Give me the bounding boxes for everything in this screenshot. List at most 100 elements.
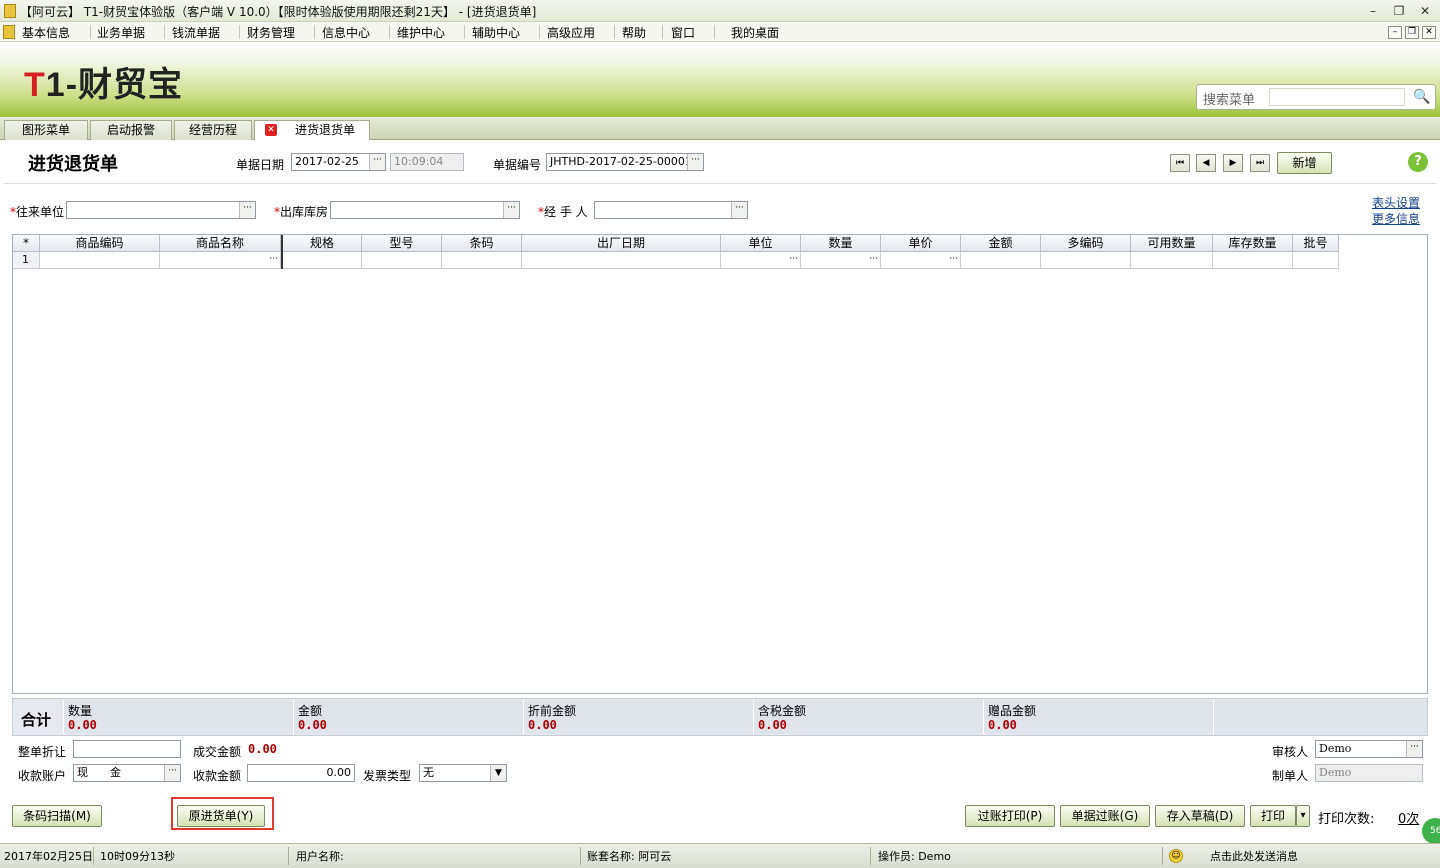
chevron-down-icon[interactable]: ▼ bbox=[490, 765, 506, 781]
col-model[interactable]: 型号 bbox=[362, 235, 442, 252]
col-spec[interactable]: 规格 bbox=[283, 235, 362, 252]
partner-label: *往来单位 bbox=[10, 205, 65, 219]
discount-input[interactable] bbox=[73, 740, 181, 758]
col-available-qty[interactable]: 可用数量 bbox=[1131, 235, 1213, 252]
header-settings-link[interactable]: 表头设置 bbox=[1372, 194, 1420, 211]
first-record-button[interactable]: ⏮ bbox=[1170, 154, 1190, 172]
product-name-ellipsis-icon[interactable]: ··· bbox=[269, 253, 278, 265]
col-unit[interactable]: 单位 bbox=[721, 235, 801, 252]
mdi-restore-button[interactable]: ❐ bbox=[1405, 26, 1419, 39]
mdi-close-button[interactable]: ✕ bbox=[1422, 26, 1436, 39]
status-user: 用户名称: bbox=[296, 850, 344, 863]
barcode-scan-button[interactable]: 条码扫描(M) bbox=[12, 805, 102, 827]
warehouse-ellipsis-icon[interactable]: ··· bbox=[503, 202, 519, 218]
date-picker-icon[interactable]: ··· bbox=[369, 154, 385, 170]
banner: T1-财贸宝 搜索菜单 🔍 bbox=[0, 43, 1440, 117]
price-ellipsis-icon[interactable]: ··· bbox=[949, 253, 958, 265]
cell-spec[interactable] bbox=[283, 252, 362, 269]
original-purchase-button[interactable]: 原进货单(Y) bbox=[177, 805, 265, 827]
warehouse-input[interactable]: ··· bbox=[330, 201, 520, 219]
auditor-field[interactable]: Demo ··· bbox=[1315, 740, 1423, 758]
menu-assist[interactable]: 辅助中心 bbox=[472, 24, 520, 41]
close-button[interactable]: ✕ bbox=[1416, 3, 1434, 19]
last-record-button[interactable]: ⏭ bbox=[1250, 154, 1270, 172]
menu-info-center[interactable]: 信息中心 bbox=[322, 24, 370, 41]
account-ellipsis-icon[interactable]: ··· bbox=[164, 765, 180, 781]
menu-finance[interactable]: 财务管理 bbox=[247, 24, 295, 41]
col-quantity[interactable]: 数量 bbox=[801, 235, 881, 252]
unit-ellipsis-icon[interactable]: ··· bbox=[789, 253, 798, 265]
partner-input[interactable]: ··· bbox=[66, 201, 256, 219]
search-menu-input[interactable] bbox=[1269, 88, 1405, 106]
mdi-minimize-button[interactable]: – bbox=[1388, 26, 1402, 39]
invoice-type-select[interactable]: 无 ▼ bbox=[419, 764, 507, 782]
tab-business-history[interactable]: 经营历程 bbox=[174, 120, 252, 140]
handler-label: *经 手 人 bbox=[538, 205, 588, 219]
help-icon[interactable]: ? bbox=[1408, 152, 1428, 172]
account-select[interactable]: 现 金 ··· bbox=[73, 764, 181, 782]
cell-amount[interactable] bbox=[961, 252, 1041, 269]
handler-ellipsis-icon[interactable]: ··· bbox=[731, 202, 747, 218]
handler-input[interactable]: ··· bbox=[594, 201, 748, 219]
col-production-date[interactable]: 出厂日期 bbox=[522, 235, 721, 252]
close-tab-icon[interactable]: ✕ bbox=[265, 124, 277, 136]
col-product-code[interactable]: 商品编码 bbox=[40, 235, 160, 252]
col-barcode[interactable]: 条码 bbox=[442, 235, 522, 252]
menu-help[interactable]: 帮助 bbox=[622, 24, 646, 41]
cell-unit[interactable]: ··· bbox=[721, 252, 801, 269]
cell-quantity[interactable]: ··· bbox=[801, 252, 881, 269]
cell-product-code[interactable] bbox=[40, 252, 160, 269]
cell-unit-price[interactable]: ··· bbox=[881, 252, 961, 269]
menu-cash-docs[interactable]: 钱流单据 bbox=[172, 24, 220, 41]
restore-button[interactable]: ❐ bbox=[1390, 3, 1408, 19]
next-record-button[interactable]: ▶ bbox=[1223, 154, 1243, 172]
number-field[interactable]: JHTHD-2017-02-25-00001 ··· bbox=[546, 153, 704, 171]
tab-purchase-return[interactable]: ✕ 进货退货单 bbox=[254, 120, 370, 141]
send-message-link[interactable]: 点击此处发送消息 bbox=[1210, 848, 1298, 864]
menu-maintenance[interactable]: 维护中心 bbox=[397, 24, 445, 41]
search-icon[interactable]: 🔍 bbox=[1413, 88, 1431, 106]
auditor-ellipsis-icon[interactable]: ··· bbox=[1406, 741, 1422, 757]
partner-ellipsis-icon[interactable]: ··· bbox=[239, 202, 255, 218]
save-draft-button[interactable]: 存入草稿(D) bbox=[1155, 805, 1245, 827]
menu-basic-info[interactable]: 基本信息 bbox=[22, 24, 70, 41]
menu-business-docs[interactable]: 业务单据 bbox=[97, 24, 145, 41]
menu-window[interactable]: 窗口 bbox=[671, 24, 695, 41]
print-button[interactable]: 打印 bbox=[1250, 805, 1296, 827]
cell-batch[interactable] bbox=[1293, 252, 1339, 269]
cell-model[interactable] bbox=[362, 252, 442, 269]
cell-product-name[interactable]: ··· bbox=[160, 252, 281, 269]
menu-app-icon bbox=[3, 25, 15, 39]
cell-production-date[interactable] bbox=[522, 252, 721, 269]
post-print-button[interactable]: 过账打印(P) bbox=[965, 805, 1055, 827]
more-info-link[interactable]: 更多信息 bbox=[1372, 210, 1420, 227]
cell-available-qty bbox=[1131, 252, 1213, 269]
menu-advanced[interactable]: 高级应用 bbox=[547, 24, 595, 41]
col-stock-qty[interactable]: 库存数量 bbox=[1213, 235, 1293, 252]
cell-multi-code[interactable] bbox=[1041, 252, 1131, 269]
quantity-ellipsis-icon[interactable]: ··· bbox=[869, 253, 878, 265]
post-button[interactable]: 单据过账(G) bbox=[1060, 805, 1150, 827]
time-field: 10:09:04 bbox=[390, 153, 464, 171]
new-button[interactable]: 新增 bbox=[1277, 152, 1332, 174]
cell-barcode[interactable] bbox=[442, 252, 522, 269]
receive-amount-input[interactable]: 0.00 bbox=[247, 764, 355, 782]
col-product-name[interactable]: 商品名称 bbox=[160, 235, 281, 252]
print-count-value[interactable]: 0次 bbox=[1398, 808, 1419, 827]
maker-field: Demo bbox=[1315, 764, 1423, 782]
prev-record-button[interactable]: ◀ bbox=[1196, 154, 1216, 172]
date-field[interactable]: 2017-02-25 ··· bbox=[291, 153, 386, 171]
tab-startup-alarm[interactable]: 启动报警 bbox=[90, 120, 172, 140]
smiley-icon[interactable]: ☺ bbox=[1169, 849, 1183, 863]
col-unit-price[interactable]: 单价 bbox=[881, 235, 961, 252]
number-ellipsis-icon[interactable]: ··· bbox=[687, 154, 703, 170]
print-dropdown-button[interactable]: ▾ bbox=[1296, 805, 1310, 827]
minimize-button[interactable]: – bbox=[1364, 3, 1382, 19]
tab-graphic-menu[interactable]: 图形菜单 bbox=[4, 120, 88, 140]
col-batch[interactable]: 批号 bbox=[1293, 235, 1339, 252]
col-amount[interactable]: 金额 bbox=[961, 235, 1041, 252]
menu-my-desktop[interactable]: 我的桌面 bbox=[731, 24, 779, 41]
col-multi-code[interactable]: 多编码 bbox=[1041, 235, 1131, 252]
totals-label: 合计 bbox=[21, 711, 52, 729]
invoice-type-label: 发票类型 bbox=[363, 769, 412, 783]
